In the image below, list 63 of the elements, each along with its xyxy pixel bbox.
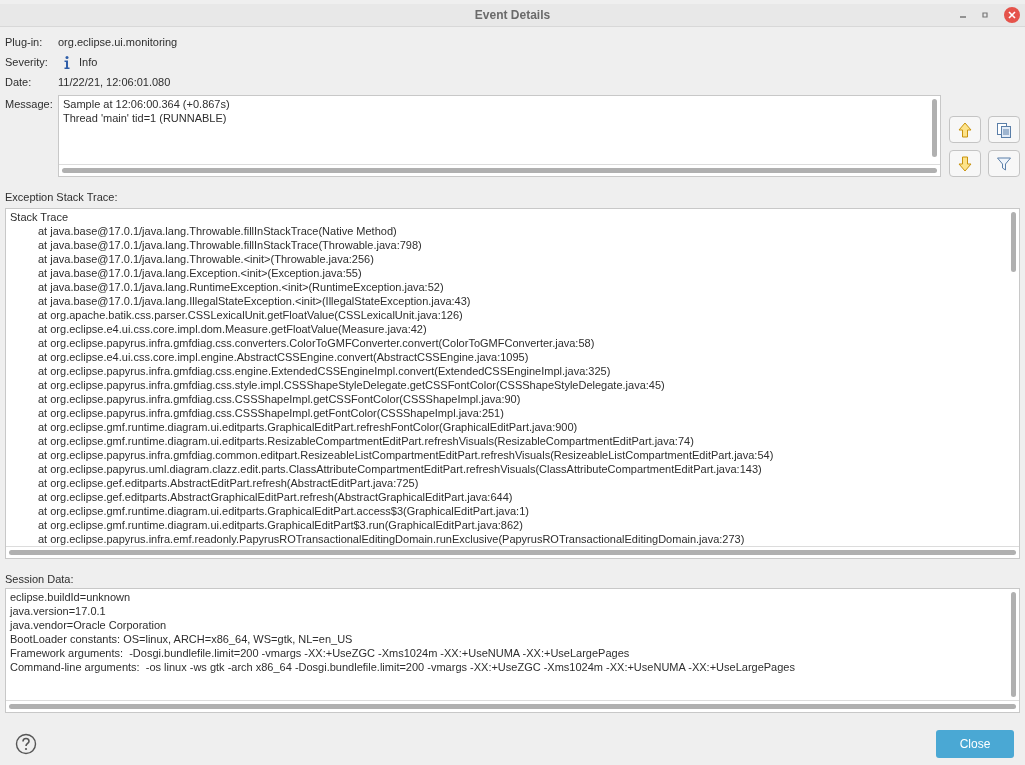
text-line: Command-line arguments: -os linux -ws gtk -arch x86_64 -Dosgi.bundlefile.limit=200 -vmargs -XX:+UseZGC -Xms1024m -XX:+UseNUMA -XX:+UseLargePages [10, 660, 795, 674]
scrollbar-thumb[interactable] [1010, 212, 1016, 272]
text-line: at org.eclipse.gef.editparts.AbstractGraphicalEditPart.refresh(AbstractGraphicalEditPart.java:644) [37, 490, 513, 504]
text-line: at java.base@17.0.1/java.lang.RuntimeException.<init>(RuntimeException.java:52) [37, 280, 444, 294]
text-line: at org.apache.batik.css.parser.CSSLexicalUnit.getFloatValue(CSSLexicalUnit.java:126) [37, 308, 463, 322]
text-line: BootLoader constants: OS=linux, ARCH=x86_64, WS=gtk, NL=en_US [10, 632, 353, 646]
text-line: at org.eclipse.papyrus.uml.diagram.clazz.edit.parts.ClassAttributeCompartmentEditPart.refreshVisuals(ClassAttributeCompartmentEditPart.java:143) [37, 462, 762, 476]
text-line: at org.eclipse.papyrus.infra.gmfdiag.css.style.impl.CSSShapeStyleDelegate.getCSSFontColor(CSSShapeStyleDelegate.java:45) [37, 378, 665, 392]
text-line: Thread 'main' tid=1 (RUNNABLE) [63, 111, 227, 125]
info-icon [64, 56, 70, 69]
scrollbar-thumb[interactable] [62, 168, 937, 173]
text-line: at org.eclipse.papyrus.infra.emf.readonly.PapyrusROTransactionalEditingDomain.runExclusive(PapyrusROTransactionalEditingDomain.java:273) [37, 532, 745, 546]
copy-button[interactable] [988, 116, 1020, 143]
field-label: Message: [5, 97, 54, 112]
text-line: Stack Trace [10, 210, 69, 224]
text-line: Sample at 12:06:00.364 (+0.867s) [63, 97, 230, 111]
text-line: at org.eclipse.gmf.runtime.diagram.ui.editparts.GraphicalEditPart.access$3(GraphicalEditPart.java:1) [37, 504, 529, 518]
scrollbar-thumb[interactable] [931, 99, 937, 157]
text-line: at org.eclipse.papyrus.infra.gmfdiag.css.CSSShapeImpl.getCSSFontColor(CSSShapeImpl.java:90) [37, 392, 521, 406]
section-label: Exception Stack Trace: [5, 190, 118, 205]
text-line: at java.base@17.0.1/java.lang.Exception.<init>(Exception.java:55) [37, 266, 362, 280]
help-icon[interactable] [15, 733, 37, 755]
scrollbar-thumb[interactable] [9, 704, 1016, 709]
text-line: at org.eclipse.papyrus.infra.gmfdiag.common.editpart.ResizeableListCompartmentEditPart.refreshVisuals(ResizeableListCompartmentEditPart.java:54) [37, 448, 774, 462]
text-line: at org.eclipse.papyrus.infra.gmfdiag.css.engine.ExtendedCSSEngineImpl.convert(ExtendedCSSEngineImpl.java:325) [37, 364, 611, 378]
text-line: Framework arguments: -Dosgi.bundlefile.limit=200 -vmargs -XX:+UseZGC -Xms1024m -XX:+UseNUMA -XX:+UseLargePages [10, 646, 630, 660]
down-arrow-button[interactable] [949, 150, 981, 177]
text-line: at org.eclipse.e4.ui.css.core.impl.dom.Measure.getFloatValue(Measure.java:42) [37, 322, 427, 336]
close-icon[interactable] [1003, 6, 1021, 24]
text-line: at java.base@17.0.1/java.lang.Throwable.<init>(Throwable.java:256) [37, 252, 374, 266]
filter-icon [996, 155, 1012, 172]
field-label: Date: [5, 75, 33, 91]
restore-icon[interactable] [981, 11, 989, 19]
window-title: Event Details [474, 7, 551, 24]
up-arrow-icon [958, 121, 972, 138]
text-line: java.vendor=Oracle Corporation [10, 618, 167, 632]
up-arrow-button[interactable] [949, 116, 981, 143]
text-line: eclipse.buildId=unknown [10, 590, 131, 604]
text-line: at org.eclipse.papyrus.infra.gmfdiag.css.converters.ColorToGMFConverter.convert(ColorToGMFConverter.java:58) [37, 336, 595, 350]
field-value: Info [79, 55, 98, 71]
field-value: org.eclipse.ui.monitoring [58, 35, 178, 51]
field-label: Severity: [5, 55, 49, 71]
down-arrow-icon [958, 155, 972, 172]
text-line: at org.eclipse.e4.ui.css.core.impl.engine.AbstractCSSEngine.convert(AbstractCSSEngine.java:1095) [37, 350, 529, 364]
section-label: Session Data: [5, 572, 74, 587]
text-line: at org.eclipse.gef.editparts.AbstractEditPart.refresh(AbstractEditPart.java:725) [37, 476, 419, 490]
text-line: at java.base@17.0.1/java.lang.Throwable.fillInStackTrace(Throwable.java:798) [37, 238, 422, 252]
field-value: 11/22/21, 12:06:01.080 [58, 75, 171, 91]
field-label: Plug-in: [5, 35, 44, 51]
text-line: at org.eclipse.gmf.runtime.diagram.ui.editparts.ResizableCompartmentEditPart.refreshVisuals(ResizableCompartmentEditPart.java:74) [37, 434, 694, 448]
text-line: at org.eclipse.gmf.runtime.diagram.ui.editparts.GraphicalEditPart$3.run(GraphicalEditPart.java:862) [37, 518, 523, 532]
message-area[interactable]: Sample at 12:06:00.364 (+0.867s) Thread 'main' tid=1 (RUNNABLE) [58, 95, 941, 177]
filter-button[interactable] [988, 150, 1020, 177]
copy-icon [996, 121, 1012, 138]
text-line: at org.eclipse.gmf.runtime.diagram.ui.editparts.GraphicalEditPart.refreshFontColor(GraphicalEditPart.java:900) [37, 420, 578, 434]
text-line: java.version=17.0.1 [10, 604, 106, 618]
text-line: at org.eclipse.papyrus.infra.gmfdiag.css.CSSShapeImpl.getFontColor(CSSShapeImpl.java:251) [37, 406, 504, 420]
scrollbar-thumb[interactable] [9, 550, 1016, 555]
scrollbar-thumb[interactable] [1010, 592, 1016, 697]
stack-trace-area[interactable] [5, 208, 1020, 559]
session-data-area[interactable] [5, 588, 1020, 713]
text-line: at java.base@17.0.1/java.lang.Throwable.fillInStackTrace(Native Method) [37, 224, 397, 238]
text-line: at java.base@17.0.1/java.lang.IllegalStateException.<init>(IllegalStateException.java:43) [37, 294, 471, 308]
